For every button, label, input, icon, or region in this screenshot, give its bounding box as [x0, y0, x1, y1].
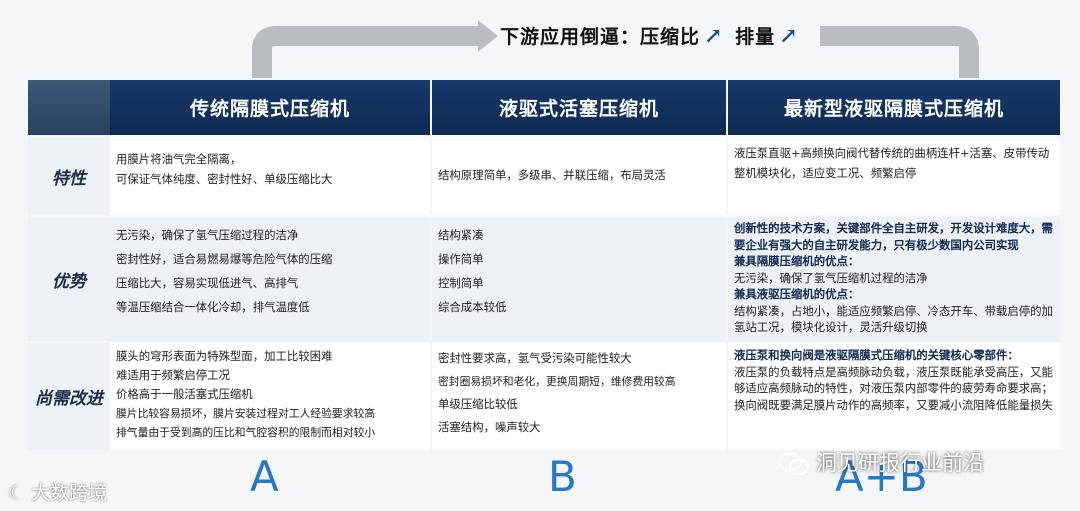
wechat-icon [778, 452, 809, 475]
features-hydraulic-diaphragm: 液压泵直驱+高频换向阀代替传统的曲柄连杆+活塞、皮带传动 整机模块化，适应变工况… [728, 137, 1060, 215]
text-line: 结构原理简单，多级串、并联压缩，布局灵活 [438, 168, 666, 182]
text-line: 整机模块化，适应变工况、频繁启停 [734, 166, 917, 180]
text-line-bold: 兼具隔膜压缩机的优点： [734, 254, 860, 268]
improvements-traditional: 膜头的穹形表面为特殊型面，加工比较困难 难适用于频繁启停工况 价格高于一般活塞式… [110, 343, 430, 450]
header-corner [28, 80, 110, 135]
row-label-improvements: 尚需改进 [28, 343, 110, 450]
text-line: 液压泵直驱+高频换向阀代替传统的曲柄连杆+活塞、皮带传动 [734, 146, 1050, 160]
text-line: 价格高于一般活塞式压缩机 [116, 387, 253, 401]
text-line: 难适用于频繁启停工况 [116, 368, 230, 382]
wechat-account-name: 洞见研报行业前沿 [816, 451, 984, 475]
text-line: 无污染，确保了氢气压缩过程的洁净 [116, 228, 299, 242]
text-line: 密封性要求高，氢气受污染可能性较大 [438, 351, 632, 365]
text-line: 膜头的穹形表面为特殊型面，加工比较困难 [116, 349, 333, 363]
brand-name: 大数跨境 [31, 482, 108, 504]
improvements-hydraulic-piston: 密封性要求高，氢气受污染可能性较大 密封圈易损坏和老化，更换周期短，维修费用较高… [432, 343, 726, 450]
column-header-hydraulic-piston: 液驱式活塞压缩机 [432, 80, 726, 135]
brand-logo-icon: ☾ [8, 482, 32, 504]
text-line: 控制简单 [438, 276, 484, 290]
column-header-traditional: 传统隔膜式压缩机 [110, 80, 430, 135]
row-label-features: 特性 [28, 137, 110, 215]
text-line: 综合成本较低 [438, 300, 507, 314]
label-b: B [548, 452, 577, 501]
text-line: 结构紧凑，占地小，能适应频繁启停、冷态开车、带载启停的加氢站工况，模块化设计，灵… [734, 303, 1053, 335]
headline-text-1: 下游应用倒逼：压缩比 [500, 26, 701, 48]
features-traditional: 用膜片将油气完全隔离， 可保证气体纯度、密封性好、单级压缩比大 [110, 137, 430, 215]
label-a: A [250, 452, 279, 501]
column-header-hydraulic-diaphragm: 最新型液驱隔膜式压缩机 [728, 80, 1060, 135]
headline-text-2: 排量 [735, 26, 776, 48]
text-line: 液压泵的负载特点是高频脉动负载，液压泵既能承受高压，又能够适应高频脉动的特性，对… [734, 364, 1053, 412]
text-line: 等温压缩结合一体化冷却，排气温度低 [116, 300, 310, 314]
brand-watermark: ☾ 大数跨境 [8, 478, 107, 505]
text-line: 可保证气体纯度、密封性好、单级压缩比大 [116, 172, 333, 186]
comparison-table: 传统隔膜式压缩机 液驱式活塞压缩机 最新型液驱隔膜式压缩机 特性 用膜片将油气完… [28, 80, 1060, 450]
text-line: 压缩比大，容易实现低进气、高排气 [116, 276, 299, 290]
text-line: 密封圈易损坏和老化，更换周期短，维修费用较高 [438, 375, 676, 388]
row-label-advantages: 优势 [28, 217, 110, 341]
text-line-bold: 液压泵和换向阀是液驱隔膜式压缩机的关键核心零部件： [734, 348, 1019, 362]
trend-up-icon-2: ↗ [779, 23, 799, 49]
trend-up-icon: ↗ [704, 23, 724, 49]
text-line: 排气量由于受到高的压比和气腔容积的限制而相对较小 [116, 426, 376, 439]
text-line-bold: 兼具液驱压缩机的优点： [734, 287, 860, 301]
wechat-watermark: 洞见研报行业前沿 [778, 447, 984, 477]
text-line: 结构紧凑 [438, 228, 484, 242]
improvements-hydraulic-diaphragm: 液压泵和换向阀是液驱隔膜式压缩机的关键核心零部件： 液压泵的负载特点是高频脉动负… [728, 343, 1060, 450]
features-hydraulic-piston: 结构原理简单，多级串、并联压缩，布局灵活 [432, 137, 726, 215]
text-line: 密封性好，适合易燃易爆等危险气体的压缩 [116, 252, 333, 266]
advantages-hydraulic-piston: 结构紧凑 操作简单 控制简单 综合成本较低 [432, 217, 726, 341]
text-line: 无污染，确保了氢气压缩机过程的洁净 [734, 270, 928, 285]
advantages-hydraulic-diaphragm: 创新性的技术方案，关键部件全自主研发，开发设计难度大，需要企业有强大的自主研发能… [728, 217, 1060, 341]
text-line: 用膜片将油气完全隔离， [116, 152, 242, 166]
text-line: 单级压缩比较低 [438, 397, 518, 411]
text-line-bold: 创新性的技术方案，关键部件全自主研发，开发设计难度大，需要企业有强大的自主研发能… [734, 221, 1053, 252]
text-line: 膜片比较容易损坏，膜片安装过程对工人经验要求较高 [116, 407, 376, 420]
text-line: 活塞结构，噪声较大 [438, 420, 541, 434]
text-line: 操作简单 [438, 252, 484, 266]
advantages-traditional: 无污染，确保了氢气压缩过程的洁净 密封性好，适合易燃易爆等危险气体的压缩 压缩比… [110, 217, 430, 341]
headline: 下游应用倒逼：压缩比 ↗ 排量 ↗ [500, 22, 803, 49]
